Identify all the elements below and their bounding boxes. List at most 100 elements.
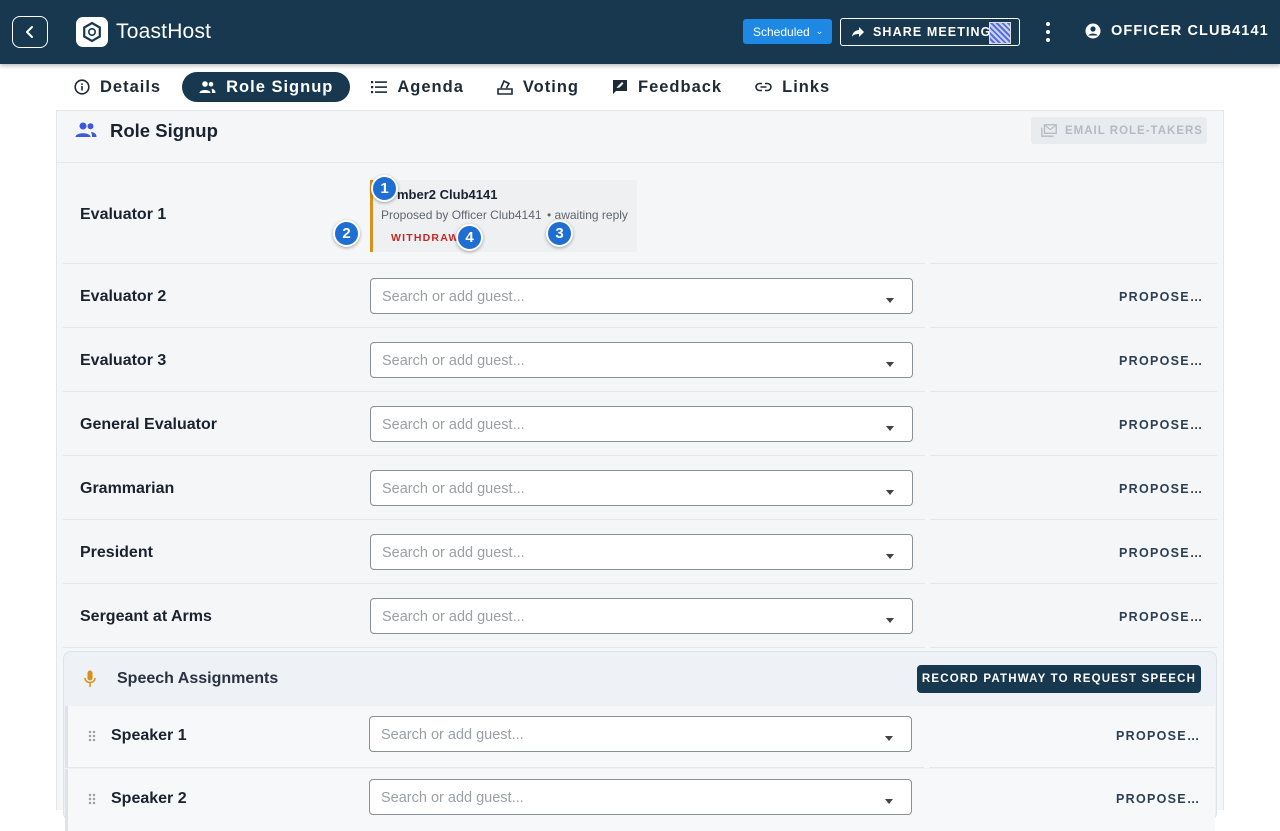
tab-agenda[interactable]: Agenda	[359, 72, 476, 102]
drag-handle-icon[interactable]	[88, 730, 96, 742]
propose-button[interactable]: PROPOSE…	[1119, 290, 1204, 304]
member-name: mber2 Club4141	[397, 187, 498, 202]
tab-links[interactable]: Links	[743, 72, 842, 102]
tab-details[interactable]: Details	[62, 72, 173, 102]
role-row-evaluator-3: Evaluator 3 Search or add guest... PROPO…	[63, 328, 1217, 392]
propose-button[interactable]: PROPOSE…	[1116, 792, 1201, 806]
guest-search-input[interactable]: Search or add guest...	[370, 342, 913, 378]
marker-1: 1	[371, 175, 398, 202]
role-name: Evaluator 2	[80, 288, 167, 305]
record-pathway-button[interactable]: RECORD PATHWAY TO REQUEST SPEECH	[917, 665, 1201, 693]
section-title: Role Signup	[110, 120, 218, 141]
speech-assignments-title: Speech Assignments	[117, 670, 279, 687]
speaker-row-2: Speaker 2 Search or add guest... PROPOSE…	[65, 769, 1215, 831]
microphone-icon	[84, 670, 96, 693]
tab-label: Voting	[522, 77, 579, 96]
vote-icon	[497, 79, 513, 95]
propose-button[interactable]: PROPOSE…	[1119, 610, 1204, 624]
search-placeholder: Search or add guest...	[382, 289, 525, 305]
divider	[929, 767, 1215, 768]
email-stack-icon	[1041, 124, 1057, 137]
propose-button[interactable]: PROPOSE…	[1119, 418, 1204, 432]
more-options-icon[interactable]	[1042, 22, 1054, 42]
dropdown-arrow-icon[interactable]	[885, 736, 893, 741]
role-name: President	[80, 544, 153, 561]
qr-code-icon	[989, 22, 1011, 44]
share-label: SHARE MEETING	[873, 25, 992, 39]
guest-search-input[interactable]: Search or add guest...	[370, 598, 913, 634]
role-row-evaluator-2: Evaluator 2 Search or add guest... PROPO…	[63, 264, 1217, 328]
chevron-left-icon	[26, 26, 33, 38]
speech-assignments-section: Speech Assignments RECORD PATHWAY TO REQ…	[63, 651, 1217, 831]
card-header: Role Signup EMAIL ROLE-TAKERS	[57, 111, 1223, 163]
propose-button[interactable]: PROPOSE…	[1119, 546, 1204, 560]
role-row-sergeant-at-arms: Sergeant at Arms Search or add guest... …	[63, 584, 1217, 648]
role-row-president: President Search or add guest... PROPOSE…	[63, 520, 1217, 584]
speaker-name: Speaker 2	[111, 790, 187, 807]
tab-voting[interactable]: Voting	[485, 72, 591, 102]
dropdown-arrow-icon[interactable]	[886, 426, 894, 431]
divider	[68, 767, 924, 768]
link-icon	[755, 82, 772, 92]
status-dropdown[interactable]: Scheduled ⌄	[743, 19, 832, 44]
search-placeholder: Search or add guest...	[381, 790, 524, 806]
dropdown-arrow-icon[interactable]	[886, 490, 894, 495]
app-logo	[76, 17, 108, 47]
list-icon	[371, 80, 388, 94]
tab-label: Role Signup	[226, 77, 334, 96]
share-arrow-icon	[852, 27, 864, 37]
search-placeholder: Search or add guest...	[382, 353, 525, 369]
dropdown-arrow-icon[interactable]	[886, 618, 894, 623]
dropdown-arrow-icon[interactable]	[886, 554, 894, 559]
guest-search-input[interactable]: Search or add guest...	[370, 534, 913, 570]
user-name: OFFICER CLUB4141	[1111, 23, 1269, 39]
search-placeholder: Search or add guest...	[381, 727, 524, 743]
app-title: ToastHost	[116, 20, 212, 43]
tab-label: Agenda	[397, 77, 464, 96]
email-label: EMAIL ROLE-TAKERS	[1065, 124, 1203, 137]
share-meeting-button[interactable]: SHARE MEETING	[840, 18, 1020, 46]
role-name: General Evaluator	[80, 416, 217, 433]
guest-search-input[interactable]: Search or add guest...	[369, 779, 912, 815]
search-placeholder: Search or add guest...	[382, 481, 525, 497]
role-row-evaluator-1: Evaluator 1 mber2 Club4141 Proposed by O…	[63, 163, 1217, 264]
user-menu[interactable]: OFFICER CLUB4141	[1085, 23, 1269, 39]
people-icon	[199, 80, 216, 94]
guest-search-input[interactable]: Search or add guest...	[370, 278, 913, 314]
role-name: Sergeant at Arms	[80, 608, 212, 625]
speaker-name: Speaker 1	[111, 727, 187, 744]
dropdown-arrow-icon[interactable]	[886, 362, 894, 367]
guest-search-input[interactable]: Search or add guest...	[370, 470, 913, 506]
search-placeholder: Search or add guest...	[382, 609, 525, 625]
role-row-grammarian: Grammarian Search or add guest... PROPOS…	[63, 456, 1217, 520]
dropdown-arrow-icon[interactable]	[886, 298, 894, 303]
back-button[interactable]	[12, 16, 48, 48]
marker-4: 4	[456, 224, 483, 251]
account-circle-icon	[1085, 23, 1101, 39]
role-name: Evaluator 3	[80, 352, 167, 369]
info-icon	[74, 79, 90, 95]
withdraw-button[interactable]: WITHDRAW	[391, 232, 460, 244]
drag-handle-icon[interactable]	[88, 793, 96, 805]
tab-feedback[interactable]: Feedback	[600, 72, 734, 102]
propose-button[interactable]: PROPOSE…	[1119, 482, 1204, 496]
tab-label: Links	[782, 77, 831, 96]
tab-role-signup[interactable]: Role Signup	[182, 72, 351, 102]
logo-icon	[83, 21, 101, 43]
propose-button[interactable]: PROPOSE…	[1119, 354, 1204, 368]
marker-2: 2	[333, 220, 360, 247]
divider	[63, 647, 925, 648]
chevron-down-icon: ⌄	[815, 26, 824, 36]
guest-search-input[interactable]: Search or add guest...	[369, 716, 912, 752]
guest-search-input[interactable]: Search or add guest...	[370, 406, 913, 442]
speaker-row-1: Speaker 1 Search or add guest... PROPOSE…	[65, 706, 1215, 768]
role-row-general-evaluator: General Evaluator Search or add guest...…	[63, 392, 1217, 456]
propose-button[interactable]: PROPOSE…	[1116, 729, 1201, 743]
assigned-member-chip: mber2 Club4141 Proposed by Officer Club4…	[370, 180, 637, 252]
tab-label: Feedback	[637, 77, 723, 96]
email-role-takers-button[interactable]: EMAIL ROLE-TAKERS	[1031, 117, 1207, 144]
tab-bar: Details Role Signup Agenda Voting Feedba…	[62, 72, 851, 102]
divider	[930, 647, 1217, 648]
role-signup-card: Role Signup EMAIL ROLE-TAKERS Evaluator …	[56, 110, 1224, 831]
tab-label: Details	[100, 77, 162, 96]
